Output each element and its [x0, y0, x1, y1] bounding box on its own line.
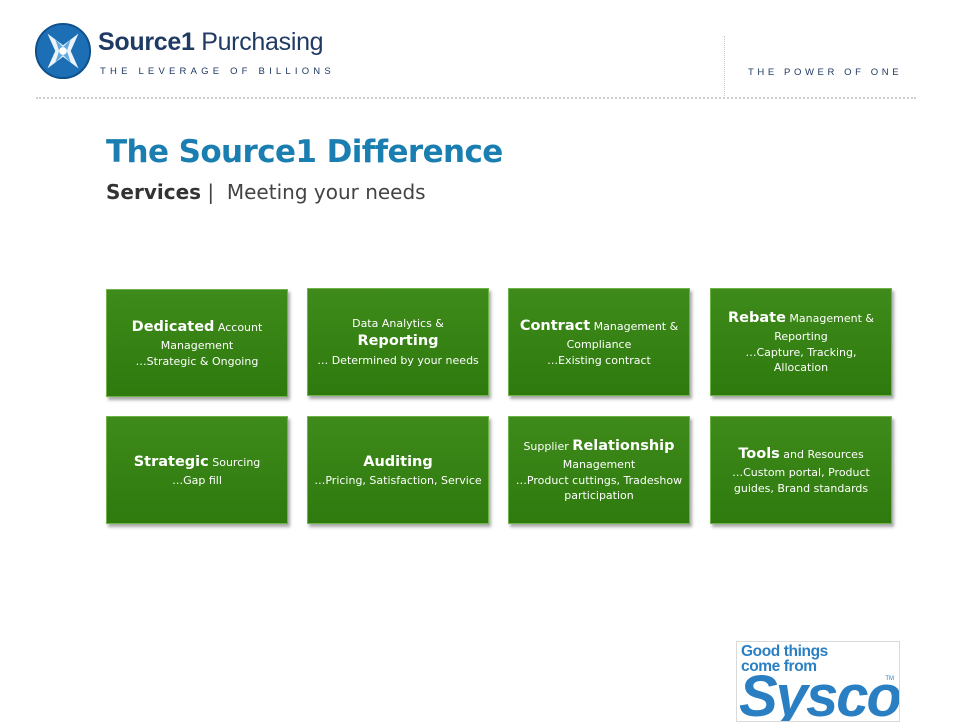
subtitle-bold: Services: [106, 180, 202, 204]
source1-logo: Source1 Purchasing THE LEVERAGE OF BILLI…: [34, 20, 334, 80]
source1-globe-icon: [34, 22, 92, 80]
brand-name-bold: Source1: [98, 28, 195, 56]
tile-strategic-sourcing: Strategic Sourcing …Gap fill: [106, 416, 288, 524]
sysco-wordmark: Sysco: [739, 664, 900, 722]
sysco-trademark: TM: [885, 676, 894, 682]
tile-heading: Dedicated: [131, 318, 215, 335]
tile-auditing: Auditing …Pricing, Satisfaction, Service: [307, 416, 489, 524]
tile-detail: …Product cuttings, Tradeshow participati…: [515, 473, 683, 503]
tile-heading: Contract: [519, 317, 591, 334]
tile-heading-rest: and Resources: [779, 447, 864, 461]
slide-title: The Source1 Difference: [106, 134, 503, 170]
tile-heading: Tools: [738, 445, 780, 462]
header-dotted-divider: [36, 97, 916, 99]
tile-supplier-relationship: Supplier Relationship Management …Produc…: [508, 416, 690, 524]
brand-tagline: THE LEVERAGE OF BILLIONS: [100, 66, 335, 77]
tile-detail: …Capture, Tracking, Allocation: [745, 345, 857, 375]
tile-heading-pre: Data Analytics &: [352, 316, 444, 330]
tile-tools-resources: Tools and Resources …Custom portal, Prod…: [710, 416, 892, 524]
tile-heading: Strategic: [133, 453, 209, 470]
tile-detail: …Strategic & Ongoing: [135, 354, 259, 368]
tile-detail: …Custom portal, Product guides, Brand st…: [732, 465, 870, 495]
tile-heading-rest: Sourcing: [208, 455, 261, 469]
subtitle-rest: Meeting your needs: [226, 180, 426, 204]
tile-dedicated-account: Dedicated Account Management …Strategic …: [106, 289, 288, 397]
tile-contract: Contract Management & Compliance …Existi…: [508, 288, 690, 396]
brand-name-rest: Purchasing: [194, 28, 324, 56]
tile-detail: …Gap fill: [172, 473, 222, 487]
tile-heading: Reporting: [357, 333, 439, 350]
tile-heading: Rebate: [728, 309, 786, 326]
tile-heading-rest: Management: [562, 457, 636, 471]
tile-heading: Relationship: [572, 437, 675, 454]
subtitle-separator: |: [201, 180, 227, 204]
header-vertical-divider: [724, 36, 725, 98]
tile-heading-rest: Management & Reporting: [774, 311, 874, 343]
tile-rebate: Rebate Management & Reporting …Capture, …: [710, 288, 892, 396]
tile-detail: …Existing contract: [547, 353, 651, 367]
right-tagline: THE POWER OF ONE: [748, 67, 903, 78]
tile-data-analytics: Data Analytics & Reporting … Determined …: [307, 288, 489, 396]
sysco-logo: Good things come from Sysco TM: [736, 641, 900, 722]
brand-name: Source1 Purchasing: [98, 28, 324, 57]
tile-detail: …Pricing, Satisfaction, Service: [314, 473, 482, 487]
tile-heading: Auditing: [363, 453, 433, 470]
tile-detail: … Determined by your needs: [317, 353, 479, 367]
tile-heading-pre: Supplier: [523, 439, 573, 453]
slide-subtitle: Services | Meeting your needs: [106, 180, 426, 204]
